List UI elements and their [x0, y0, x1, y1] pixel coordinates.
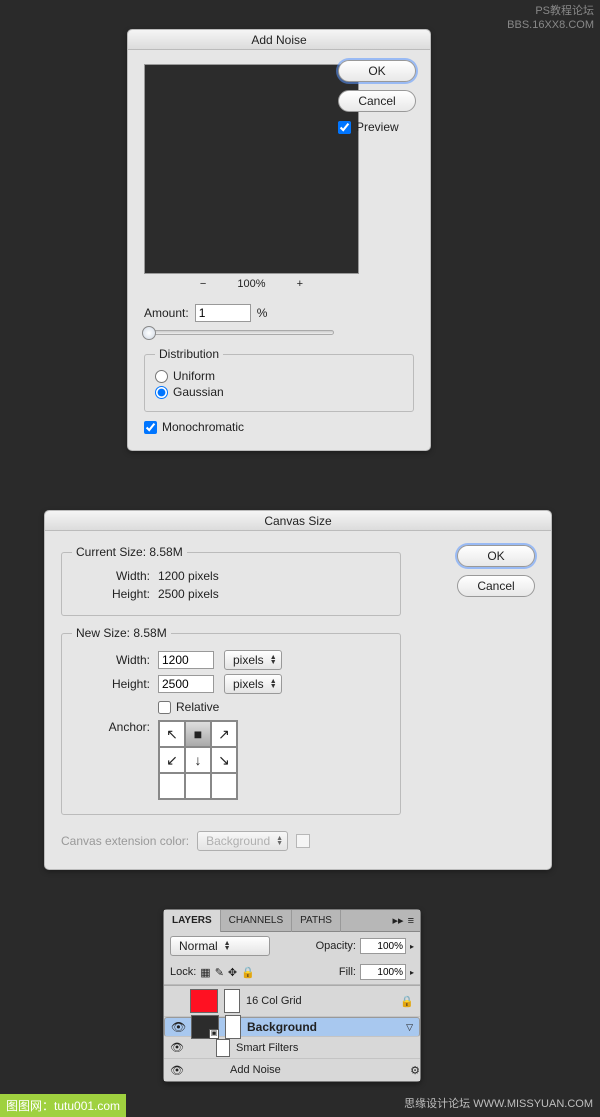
preview-image: [144, 64, 359, 274]
layer-name: Background: [247, 1020, 317, 1034]
percent-label: %: [257, 306, 268, 320]
monochromatic-checkbox[interactable]: Monochromatic: [144, 420, 414, 434]
filter-mask: [225, 1015, 241, 1039]
layer-thumbnail: [190, 989, 218, 1013]
anchor-label: Anchor:: [72, 720, 150, 734]
canvas-size-dialog: Canvas Size OK Cancel Current Size: 8.58…: [44, 510, 552, 870]
height-label: Height:: [72, 677, 150, 691]
fill-label: Fill:: [339, 966, 356, 978]
tab-paths[interactable]: PATHS: [292, 910, 341, 932]
zoom-out-button[interactable]: −: [200, 278, 206, 290]
opacity-input[interactable]: [360, 938, 406, 954]
expand-triangle-icon[interactable]: ▽: [406, 1022, 413, 1033]
layer-row[interactable]: 16 Col Grid 🔒: [164, 986, 420, 1017]
width-label: Width:: [72, 569, 150, 583]
add-noise-dialog: Add Noise OK Cancel Preview − 100% + Amo…: [127, 29, 431, 451]
panel-menu-icon[interactable]: ≡: [408, 915, 414, 927]
distribution-legend: Distribution: [155, 347, 223, 361]
tab-channels[interactable]: CHANNELS: [221, 910, 292, 932]
lock-transparent-icon[interactable]: ▦: [200, 966, 210, 979]
opacity-label: Opacity:: [316, 940, 356, 952]
smart-object-icon: ▣: [209, 1029, 219, 1039]
zoom-level: 100%: [237, 278, 265, 290]
fill-input[interactable]: [360, 964, 406, 980]
layer-name: 16 Col Grid: [246, 995, 302, 1007]
amount-input[interactable]: [195, 304, 251, 322]
zoom-in-button[interactable]: +: [297, 278, 303, 290]
current-width: 1200 pixels: [158, 569, 219, 583]
watermark-bottom-left: 图图网：tutu001.com: [0, 1094, 126, 1117]
current-size-group: Current Size: 8.58M Width: 1200 pixels He…: [61, 545, 401, 616]
cancel-button[interactable]: Cancel: [457, 575, 535, 597]
extension-color-swatch[interactable]: [296, 834, 310, 848]
current-height: 2500 pixels: [158, 587, 219, 601]
height-input[interactable]: [158, 675, 214, 693]
amount-label: Amount:: [144, 306, 189, 320]
layer-row[interactable]: 👁 ▣ Background ▽: [164, 1017, 420, 1037]
ok-button[interactable]: OK: [338, 60, 416, 82]
dialog-title: Add Noise: [128, 30, 430, 50]
filter-row[interactable]: 👁 Add Noise ⚙: [164, 1059, 420, 1081]
height-label: Height:: [72, 587, 150, 601]
smart-filters-row[interactable]: 👁 Smart Filters: [164, 1037, 420, 1059]
watermark-top: PS教程论坛 BBS.16XX8.COM: [507, 4, 594, 32]
anchor-grid[interactable]: ↖■↗ ↙↓↘: [158, 720, 238, 800]
filter-options-icon[interactable]: ⚙: [410, 1064, 420, 1077]
watermark-bottom-right: 思缘设计论坛 WWW.MISSYUAN.COM: [404, 1095, 593, 1111]
extension-color-select[interactable]: Background▲▼: [197, 831, 288, 851]
lock-position-icon[interactable]: ✥: [228, 966, 237, 979]
slider-thumb[interactable]: [142, 326, 156, 340]
extension-color-label: Canvas extension color:: [61, 834, 189, 848]
layer-mask: [224, 989, 240, 1013]
relative-checkbox[interactable]: Relative: [158, 700, 219, 714]
panel-collapse-icon[interactable]: ▸▸: [393, 914, 404, 927]
ok-button[interactable]: OK: [457, 545, 535, 567]
cancel-button[interactable]: Cancel: [338, 90, 416, 112]
lock-icon: 🔒: [400, 995, 414, 1008]
layers-panel: LAYERS CHANNELS PATHS ▸▸ ≡ Normal▲▼ Opac…: [163, 909, 421, 1082]
lock-all-icon[interactable]: 🔒: [241, 966, 255, 979]
amount-slider[interactable]: [144, 330, 334, 335]
height-unit-select[interactable]: pixels▲▼: [224, 674, 282, 694]
visibility-toggle[interactable]: 👁: [170, 1041, 184, 1054]
width-unit-select[interactable]: pixels▲▼: [224, 650, 282, 670]
current-size-legend: Current Size: 8.58M: [72, 545, 187, 559]
new-size-legend: New Size: 8.58M: [72, 626, 171, 640]
filter-mask-thumbnail: [216, 1039, 230, 1057]
lock-pixels-icon[interactable]: ✎: [215, 966, 224, 979]
distribution-group: Distribution Uniform Gaussian: [144, 347, 414, 412]
uniform-radio[interactable]: Uniform: [155, 369, 403, 383]
width-input[interactable]: [158, 651, 214, 669]
lock-label: Lock:: [170, 966, 196, 978]
new-size-group: New Size: 8.58M Width: pixels▲▼ Height: …: [61, 626, 401, 815]
tab-layers[interactable]: LAYERS: [164, 910, 221, 932]
gaussian-radio[interactable]: Gaussian: [155, 385, 403, 399]
visibility-toggle[interactable]: 👁: [171, 1020, 185, 1034]
visibility-toggle[interactable]: 👁: [170, 1064, 184, 1077]
width-label: Width:: [72, 653, 150, 667]
preview-checkbox[interactable]: Preview: [338, 120, 416, 134]
layer-thumbnail: ▣: [191, 1015, 219, 1039]
smart-filters-label: Smart Filters: [236, 1042, 298, 1054]
blend-mode-select[interactable]: Normal▲▼: [170, 936, 270, 956]
dialog-title: Canvas Size: [45, 511, 551, 531]
filter-name: Add Noise: [230, 1064, 281, 1076]
